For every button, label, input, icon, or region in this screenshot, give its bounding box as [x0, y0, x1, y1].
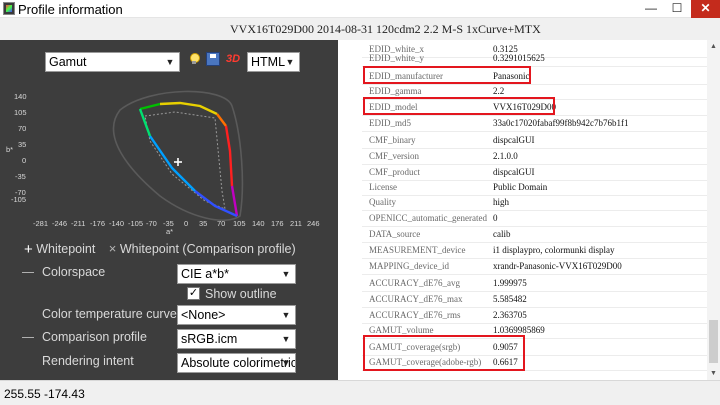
y-axis-label: b*: [6, 145, 13, 154]
table-row: EDID_white_y 0.3291015625: [338, 49, 708, 68]
format-select[interactable]: HTML ▼: [247, 52, 300, 72]
y-tick-label: 0: [22, 156, 26, 165]
chevron-down-icon: ▼: [285, 57, 295, 67]
x-tick-label: -176: [90, 219, 105, 228]
show-outline-checkbox[interactable]: ✓: [187, 287, 200, 300]
comparison-outline: [112, 90, 244, 222]
app-icon: [3, 2, 15, 15]
x-tick-label: 176: [271, 219, 284, 228]
comparison-profile-label: Comparison profile: [42, 330, 147, 344]
rendering-intent-label: Rendering intent: [42, 354, 134, 368]
colorspace-line-icon: [22, 272, 34, 273]
highlight-model: [363, 97, 555, 115]
profile-title: VVX16T029D00 2014-08-31 120cdm2 2.2 M-S …: [230, 22, 541, 36]
x-tick-label: 211: [290, 219, 302, 228]
color-temperature-select-value: <None>: [181, 308, 226, 322]
scroll-down-icon[interactable]: ▼: [707, 367, 720, 380]
cursor-coordinates: 255.55 -174.43: [4, 387, 85, 401]
x-tick-label: -70: [146, 219, 157, 228]
chevron-down-icon: ▼: [281, 334, 291, 344]
y-tick-label: 105: [14, 108, 27, 117]
table-scrollbar[interactable]: ▲ ▼: [707, 40, 720, 380]
y-tick-label: 140: [14, 92, 27, 101]
chevron-down-icon: ▼: [281, 358, 291, 368]
highlight-gamut-coverage: [363, 335, 525, 371]
title-bar: Profile information — ☐ ✕: [0, 0, 720, 18]
x-tick-label: -211: [71, 219, 85, 228]
x-tick-label: 70: [217, 219, 225, 228]
format-select-value: HTML: [251, 55, 286, 69]
row-key: MAPPING_device_id: [369, 261, 449, 271]
x-tick-label: -105: [128, 219, 143, 228]
show-outline-label: Show outline: [205, 287, 277, 301]
comparison-whitepoint-legend-icon: ×: [108, 241, 117, 256]
table-row: EDID_md5 33a0c17020fabaf99f8b942c7b76b1f1: [338, 114, 708, 133]
colorspace-select-value: CIE a*b*: [181, 267, 229, 281]
profile-info-table: EDID_white_x 0.3125 EDID_white_y 0.3291015…: [338, 40, 720, 380]
table-row: MAPPING_device_id xrandr-Panasonic-VVX16T…: [338, 257, 708, 276]
plot-legend: + Whitepoint × Whitepoint (Comparison pr…: [24, 240, 296, 258]
x-tick-label: -246: [52, 219, 67, 228]
minimize-button[interactable]: —: [638, 0, 664, 18]
3d-icon[interactable]: 3D: [226, 52, 244, 66]
row-key: EDID_md5: [369, 118, 411, 128]
comparison-profile-select-value: sRGB.icm: [181, 332, 238, 346]
colorspace-select[interactable]: CIE a*b* ▼: [177, 264, 296, 284]
whitepoint-legend-label: Whitepoint: [36, 242, 96, 256]
comparison-line-icon: [22, 337, 34, 338]
colorspace-label: Colorspace: [42, 265, 106, 279]
y-tick-label: 70: [18, 124, 26, 133]
row-key: EDID_white_y: [369, 53, 424, 63]
x-tick-labels: -281 -246 -211 -176 -140 -105 -70 -35 0 …: [33, 219, 320, 228]
x-tick-label: -140: [109, 219, 124, 228]
x-axis-label: a*: [166, 227, 173, 236]
bulb-icon[interactable]: [187, 52, 201, 66]
close-button[interactable]: ✕: [691, 0, 720, 18]
rendering-intent-select[interactable]: Absolute colorimetric ▼: [177, 353, 296, 373]
scroll-up-icon[interactable]: ▲: [707, 40, 720, 53]
x-tick-label: 0: [184, 219, 188, 228]
maximize-button[interactable]: ☐: [664, 0, 690, 18]
x-tick-label: 140: [252, 219, 265, 228]
whitepoint-legend-icon: +: [24, 241, 33, 258]
save-icon[interactable]: [206, 52, 220, 66]
gamut-boundary: [138, 101, 239, 218]
scrollbar-thumb[interactable]: [709, 320, 718, 363]
x-tick-label: 105: [233, 219, 246, 228]
comparison-whitepoint-legend-label: Whitepoint (Comparison profile): [119, 242, 296, 256]
color-temperature-label: Color temperature curve: [42, 307, 177, 321]
y-tick-label: 35: [18, 140, 26, 149]
color-temperature-select[interactable]: <None> ▼: [177, 305, 296, 325]
x-tick-label: 35: [199, 219, 207, 228]
status-bar: 255.55 -174.43: [0, 380, 720, 405]
x-tick-label: 246: [307, 219, 320, 228]
comparison-profile-select[interactable]: sRGB.icm ▼: [177, 329, 296, 349]
whitepoint-marker: [174, 158, 182, 166]
highlight-manufacturer: [363, 66, 531, 84]
gamut-plot[interactable]: 140 105 70 35 0 -35 -70 -105 b* -281 -24…: [0, 76, 320, 236]
view-select[interactable]: Gamut ▼: [45, 52, 180, 72]
y-tick-label: -105: [11, 195, 26, 204]
row-value: 0.3291015625: [493, 53, 545, 63]
view-select-value: Gamut: [49, 55, 87, 69]
chevron-down-icon: ▼: [165, 57, 175, 67]
chevron-down-icon: ▼: [281, 269, 291, 279]
row-value: 33a0c17020fabaf99f8b942c7b76b1f1: [493, 118, 629, 128]
chevron-down-icon: ▼: [281, 310, 291, 320]
y-tick-label: -35: [15, 172, 26, 181]
window-title: Profile information: [18, 2, 123, 17]
x-tick-label: -281: [33, 219, 48, 228]
row-value: xrandr-Panasonic-VVX16T029D00: [493, 261, 622, 271]
y-tick-labels: 140 105 70 35 0 -35 -70 -105: [11, 92, 27, 204]
